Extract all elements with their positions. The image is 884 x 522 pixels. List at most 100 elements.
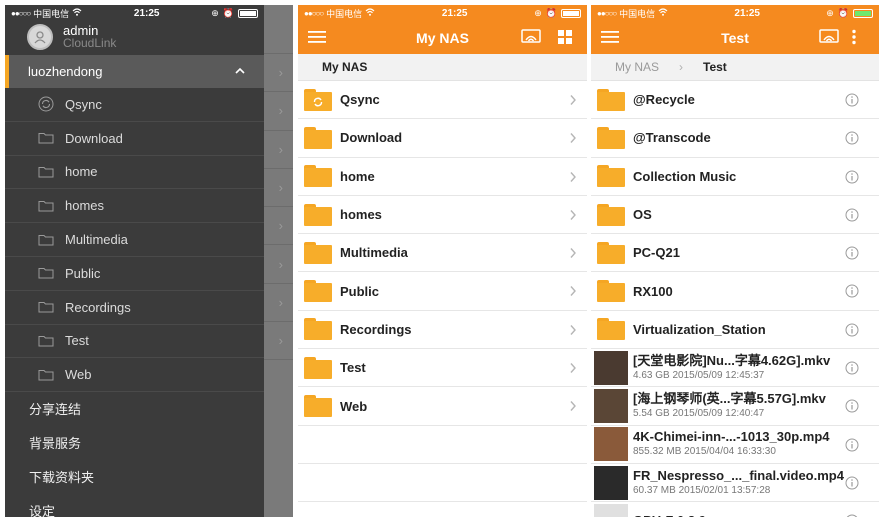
chevron-right-icon — [569, 361, 577, 379]
folder-outline-icon — [37, 334, 55, 348]
drawer-screen: › › › › › › › › ●●○○○ 中国电信 21:25 ⊕ ⏰ adm… — [5, 5, 293, 517]
drawer-item-recordings[interactable]: Recordings — [5, 291, 264, 325]
drawer-item-label: Qsync — [65, 96, 102, 112]
share-links-item[interactable]: 分享连结 — [5, 392, 264, 426]
folder-row[interactable]: OS — [591, 196, 879, 235]
folder-icon — [304, 241, 332, 264]
folder-icon — [304, 165, 332, 188]
folder-row[interactable]: Virtualization_Station — [591, 311, 879, 350]
cast-icon[interactable] — [521, 29, 541, 48]
drawer-item-multimedia[interactable]: Multimedia — [5, 223, 264, 257]
file-row[interactable]: FR_Nespresso_..._final.video.mp4 60.37 MB… — [591, 464, 879, 503]
file-name: FR_Nespresso_..._final.video.mp4 — [633, 467, 844, 483]
video-thumbnail — [594, 427, 628, 462]
account-connection: CloudLink — [63, 36, 117, 50]
nas-section-header[interactable]: luozhendong — [5, 55, 264, 88]
settings-item[interactable]: 设定 — [5, 493, 264, 517]
info-icon[interactable] — [845, 246, 859, 265]
more-vertical-icon[interactable] — [851, 29, 857, 48]
folder-row[interactable]: @Transcode — [591, 119, 879, 158]
folder-icon — [597, 88, 625, 111]
folder-row[interactable]: RX100 — [591, 272, 879, 311]
info-icon[interactable] — [845, 170, 859, 189]
folder-row[interactable]: Test — [298, 349, 587, 388]
drawer-menu: 分享连结 背景服务 下载资料夹 设定 — [5, 392, 264, 517]
breadcrumb-parent[interactable]: My NAS — [615, 60, 659, 74]
drawer-item-download[interactable]: Download — [5, 122, 264, 156]
folder-row[interactable]: homes — [298, 196, 587, 235]
folder-row[interactable]: Recordings — [298, 311, 587, 350]
folder-icon — [304, 203, 332, 226]
info-icon[interactable] — [845, 438, 859, 457]
drawer-item-homes[interactable]: homes — [5, 189, 264, 224]
folder-name: @Recycle — [633, 92, 695, 108]
info-icon[interactable] — [845, 399, 859, 418]
folder-row[interactable]: PC-Q21 — [591, 234, 879, 273]
info-icon[interactable] — [845, 323, 859, 342]
drawer-folder-list: Qsync Download home homes Multimedia Public Re… — [5, 88, 264, 393]
drawer-item-qsync[interactable]: Qsync — [5, 88, 264, 122]
file-row[interactable]: GPU-Z.0.8.9.exe — [591, 502, 879, 517]
battery-icon — [561, 8, 581, 18]
folder-row[interactable]: Multimedia — [298, 234, 587, 273]
info-icon[interactable] — [845, 514, 859, 517]
info-icon[interactable] — [845, 93, 859, 112]
drawer-item-test[interactable]: Test — [5, 325, 264, 359]
folder-outline-icon — [37, 368, 55, 382]
folder-row[interactable]: @Recycle — [591, 81, 879, 120]
file-row[interactable]: [天堂电影院]Nu...字幕4.62G].mkv 4.63 GB 2015/05/… — [591, 349, 879, 388]
file-meta: 4.63 GB 2015/05/09 12:45:37 — [633, 369, 765, 381]
folder-name: Multimedia — [340, 245, 408, 261]
alarm-icon: ⏰ — [837, 7, 849, 18]
chevron-right-icon: › — [278, 103, 283, 119]
file-row[interactable]: [海上钢琴师(英...字幕5.57G].mkv 5.54 GB 2015/05/0… — [591, 387, 879, 426]
folder-name: Qsync — [340, 92, 380, 108]
chevron-right-icon: › — [278, 218, 283, 234]
menu-icon[interactable] — [601, 29, 619, 48]
chevron-right-icon: › — [278, 256, 283, 272]
menu-icon[interactable] — [308, 29, 326, 48]
account-header[interactable]: admin CloudLink — [5, 19, 116, 55]
file-name: [天堂电影院]Nu...字幕4.62G].mkv — [633, 352, 831, 368]
info-icon[interactable] — [845, 131, 859, 150]
info-icon[interactable] — [845, 476, 859, 495]
file-row[interactable]: 4K-Chimei-inn-...-1013_30p.mp4 855.32 MB … — [591, 426, 879, 464]
user-icon — [34, 31, 46, 44]
folder-row[interactable]: Public — [298, 272, 587, 311]
folder-list: Qsync Download home homes Multimedia Public Re… — [298, 81, 587, 503]
signal-icon: ●●○○○ — [11, 8, 31, 18]
info-icon[interactable] — [845, 208, 859, 227]
drawer-item-label: homes — [65, 198, 105, 214]
folder-name: Web — [340, 398, 368, 414]
dimmed-background-list[interactable]: › › › › › › › › — [264, 5, 293, 517]
folder-row[interactable]: Web — [298, 387, 587, 426]
chevron-right-icon: › — [278, 180, 283, 196]
folder-row[interactable]: Qsync — [298, 81, 587, 120]
drawer-item-public[interactable]: Public — [5, 257, 264, 291]
file-list: @Recycle @Transcode Collection Music OS PC-Q… — [591, 81, 879, 517]
grid-view-icon[interactable] — [557, 29, 573, 48]
wifi-icon — [72, 8, 82, 18]
folder-row[interactable]: home — [298, 158, 587, 196]
folder-icon — [597, 280, 625, 303]
folder-icon — [597, 203, 625, 226]
background-services-item[interactable]: 背景服务 — [5, 426, 264, 460]
info-icon[interactable] — [845, 284, 859, 303]
folder-outline-icon — [37, 233, 55, 247]
wifi-icon — [658, 8, 668, 18]
chevron-right-icon — [569, 208, 577, 226]
cast-icon[interactable] — [819, 29, 839, 48]
folder-row[interactable]: Collection Music — [591, 158, 879, 196]
drawer-item-web[interactable]: Web — [5, 358, 264, 393]
download-folder-item[interactable]: 下载资料夹 — [5, 460, 264, 494]
folder-name: Virtualization_Station — [633, 321, 766, 337]
nav-bar: My NAS — [298, 21, 587, 54]
battery-icon — [853, 8, 873, 18]
folder-icon — [597, 126, 625, 149]
info-icon[interactable] — [845, 361, 859, 380]
video-thumbnail — [594, 389, 628, 424]
file-meta: 60.37 MB 2015/02/01 13:57:28 — [633, 484, 771, 496]
drawer-item-home[interactable]: home — [5, 156, 264, 190]
folder-icon — [304, 126, 332, 149]
folder-row[interactable]: Download — [298, 119, 587, 158]
